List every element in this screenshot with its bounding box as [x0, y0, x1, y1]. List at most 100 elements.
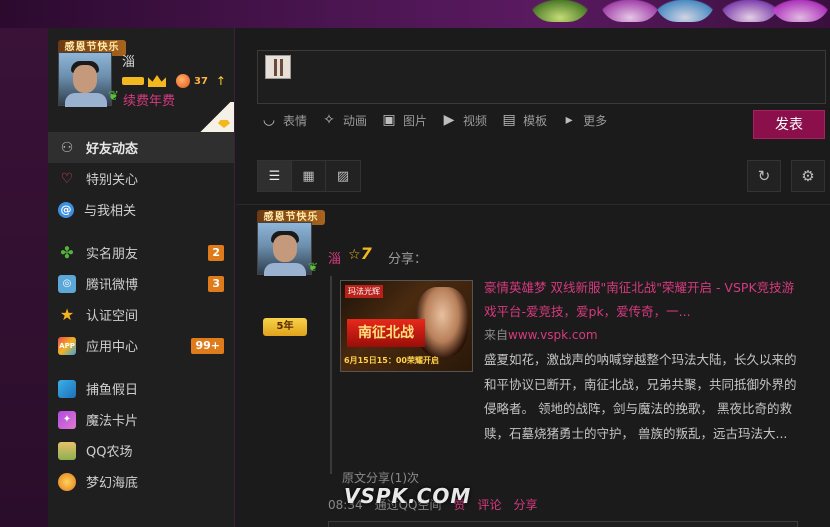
gear-icon: ⚙: [801, 167, 815, 185]
diamond-icon: [218, 120, 230, 128]
template-icon: ▤: [502, 112, 516, 128]
level-icons: 37 ↑: [122, 74, 226, 88]
tool-label: 图片: [403, 113, 428, 128]
weibo-icon: ◎: [58, 274, 76, 293]
sidebar-item-undersea[interactable]: 梦幻海底: [48, 466, 234, 497]
tool-label: 模板: [523, 113, 548, 128]
decor-gem: [655, 0, 715, 22]
left-background: [0, 28, 48, 527]
site-watermark: VSPK.COM: [344, 484, 472, 508]
comment-link[interactable]: 评论: [478, 496, 502, 513]
tool-emoji[interactable]: ◡ 表情: [260, 111, 307, 129]
fruit-count: 37: [194, 75, 208, 87]
count-badge: 3: [208, 276, 224, 292]
main-content: ◡ 表情 ✧ 动画 ▣ 图片 ▶ 视频 ▤ 模板 ▸ 更多 发表 ☰ ▦ ▨ ↻…: [236, 28, 830, 527]
source-link[interactable]: www.vspk.com: [508, 328, 598, 342]
sidebar-item-app-center[interactable]: APP 应用中心 99+: [48, 330, 234, 361]
post-button[interactable]: 发表: [753, 110, 825, 139]
tool-more[interactable]: ▸ 更多: [560, 111, 608, 129]
sidebar-item-label: 认证空间: [86, 309, 139, 324]
level-bar-icon[interactable]: [122, 77, 144, 85]
top-banner: [0, 0, 830, 28]
vip-level-badge[interactable]: ☆7: [348, 244, 372, 263]
tool-template[interactable]: ▤ 模板: [500, 111, 547, 129]
composer-stub-image: [265, 55, 291, 79]
app-icon: APP: [58, 336, 76, 355]
farm-icon: [58, 441, 76, 460]
thumbnail-tag: 玛法光辉: [345, 285, 383, 298]
leaf-icon: ❦: [308, 260, 319, 274]
friends-icon: ⚇: [60, 139, 74, 156]
tool-label: 动画: [343, 113, 368, 128]
more-arrow-icon: ▸: [565, 112, 573, 128]
smiley-icon: ◡: [262, 112, 276, 128]
source-prefix: 来自: [484, 328, 509, 342]
avatar-face: [273, 235, 297, 262]
tool-image[interactable]: ▣ 图片: [380, 111, 427, 129]
magic-card-icon: ✦: [58, 410, 76, 429]
author-name[interactable]: 淄: [328, 248, 341, 267]
decor-gem: [600, 0, 660, 22]
sidebar-item-weibo[interactable]: ◎ 腾讯微博 3: [48, 268, 234, 299]
sidebar-item-label: 捕鱼假日: [86, 383, 139, 398]
refresh-button[interactable]: ↻: [747, 160, 781, 192]
shared-summary: 盛夏如花，激战声的呐喊穿越整个玛法大陆，长久以来的和平协议已断开，南征北战，兄弟…: [484, 352, 797, 441]
count-badge: 99+: [191, 338, 224, 354]
sidebar-item-label: 好友动态: [86, 142, 139, 157]
photo-icon: ▨: [336, 168, 350, 184]
up-arrow-icon[interactable]: ↑: [216, 74, 226, 88]
tool-label: 视频: [463, 113, 488, 128]
tab-photo-view[interactable]: ▨: [326, 161, 360, 191]
sidebar-item-label: 实名朋友: [86, 247, 139, 262]
nickname[interactable]: 淄: [122, 51, 135, 70]
sea-icon: [58, 472, 76, 491]
sidebar-item-friend-feed[interactable]: ⚇ 好友动态: [48, 132, 234, 163]
tab-card-view[interactable]: ▦: [292, 161, 326, 191]
decor-gem: [770, 0, 830, 22]
sidebar-item-magic-card[interactable]: ✦ 魔法卡片: [48, 404, 234, 435]
tool-video[interactable]: ▶ 视频: [440, 111, 487, 129]
years-badge[interactable]: 5年: [263, 318, 307, 336]
avatar[interactable]: [58, 52, 112, 107]
shared-title-link[interactable]: 豪情英雄梦 双线新服"南征北战"荣耀开启 - VSPK竞技游戏平台-爱竞技，爱p…: [484, 276, 800, 324]
sidebar-item-verified-space[interactable]: ★ 认证空间: [48, 299, 234, 330]
crown-icon[interactable]: [148, 75, 166, 87]
thumbnail-title: 南征北战: [347, 319, 425, 347]
nav-divider: [48, 361, 234, 373]
share-label: 分享：: [388, 252, 428, 267]
vip-renew-link[interactable]: 续费年费: [123, 90, 175, 109]
shared-link-card: 玛法光辉 南征北战 6月15日15：00荣耀开启 豪情英雄梦 双线新服"南征北战…: [330, 276, 800, 485]
sidebar-item-mentions[interactable]: @ 与我相关: [48, 194, 234, 225]
animation-icon: ✧: [323, 112, 335, 128]
settings-button[interactable]: ⚙: [791, 160, 825, 192]
tool-animation[interactable]: ✧ 动画: [320, 111, 367, 129]
list-icon: ☰: [268, 168, 281, 184]
sidebar-item-farm[interactable]: QQ农场: [48, 435, 234, 466]
share-link[interactable]: 分享: [514, 496, 538, 513]
sidebar-item-label: 应用中心: [86, 340, 139, 355]
tab-list-view[interactable]: ☰: [258, 161, 292, 191]
fruit-icon[interactable]: [176, 74, 190, 88]
feed-view-tabs: ☰ ▦ ▨: [257, 160, 361, 192]
sidebar-nav: ⚇ 好友动态 ♡ 特别关心 @ 与我相关 ✤ 实名朋友 2 ◎ 腾讯微博 3 ★…: [48, 132, 234, 497]
author-avatar[interactable]: [257, 222, 312, 276]
shared-thumbnail[interactable]: 玛法光辉 南征北战 6月15日15：00荣耀开启: [340, 280, 473, 372]
shared-source: 来自www.vspk.com: [484, 326, 598, 343]
feed-item: 感恩节快乐 ❦ 5年 淄 ☆7 分享： 玛法光辉 南征北战 6月15日15：00…: [236, 206, 830, 527]
sidebar-item-real-friends[interactable]: ✤ 实名朋友 2: [48, 237, 234, 268]
status-composer[interactable]: [257, 50, 826, 104]
video-icon: ▶: [443, 112, 455, 128]
sidebar-item-label: 魔法卡片: [86, 414, 139, 429]
comment-input[interactable]: 我也: [328, 521, 798, 527]
diamond-corner[interactable]: [196, 102, 234, 132]
tool-label: 表情: [283, 113, 308, 128]
sidebar-item-label: 特别关心: [86, 173, 139, 188]
sidebar-item-special-care[interactable]: ♡ 特别关心: [48, 163, 234, 194]
divider: [236, 204, 830, 205]
profile-panel: 感恩节快乐 ❦ 淄 37 ↑ 续费年费: [48, 28, 234, 132]
star-icon: ★: [59, 305, 75, 324]
avatar-shirt: [65, 93, 107, 107]
composer-toolbar: ◡ 表情 ✧ 动画 ▣ 图片 ▶ 视频 ▤ 模板 ▸ 更多: [260, 111, 620, 129]
sidebar-item-fishing[interactable]: 捕鱼假日: [48, 373, 234, 404]
thumbnail-date: 6月15日15：00荣耀开启: [344, 356, 439, 365]
